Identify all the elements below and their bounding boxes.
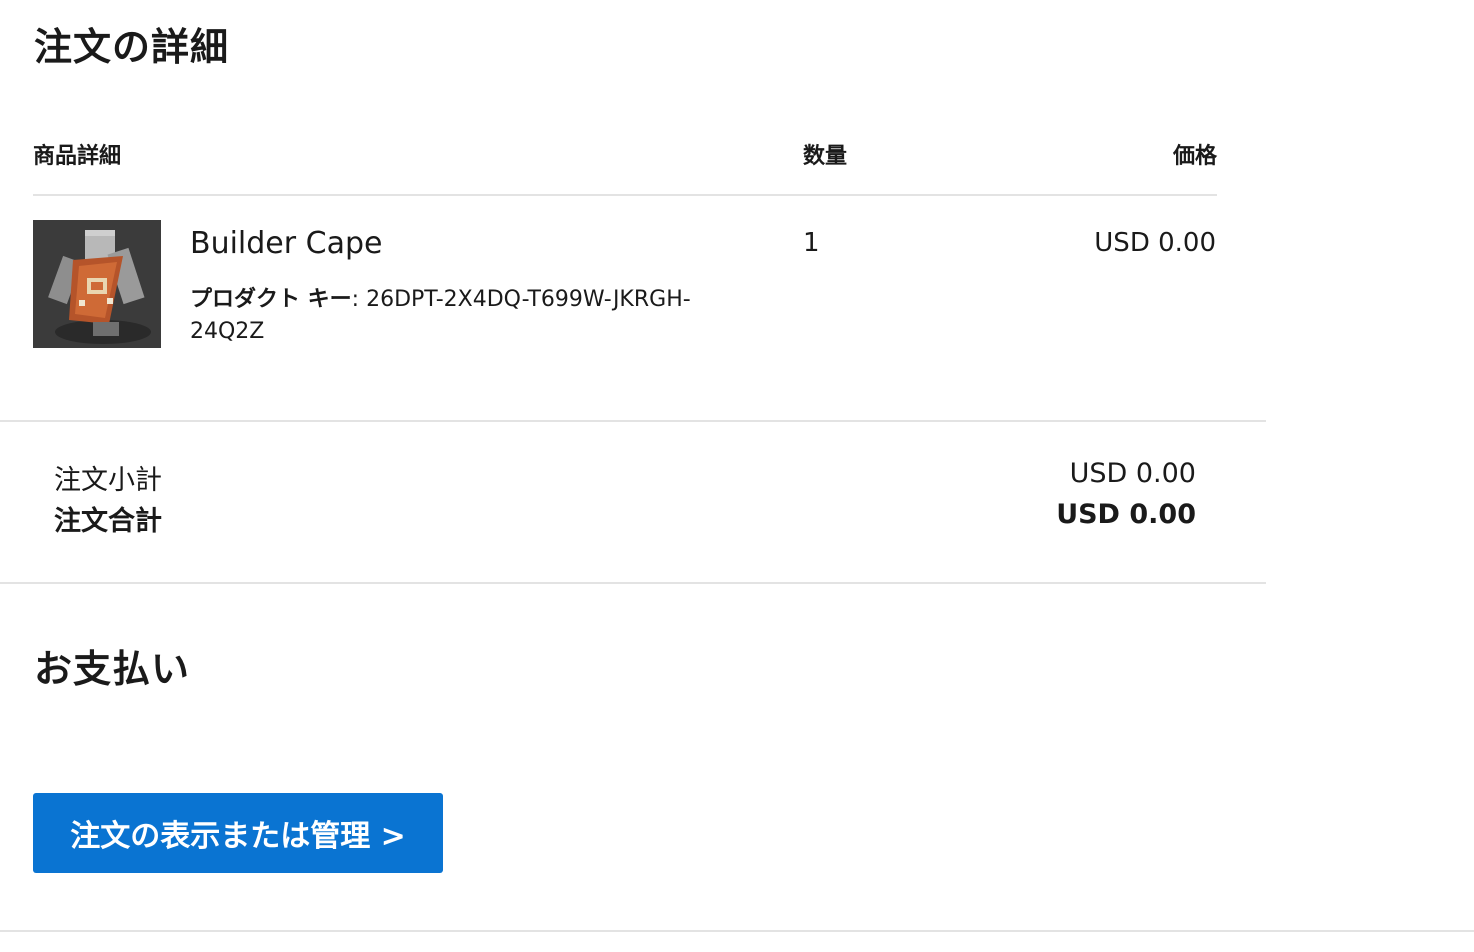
total-value: USD 0.00 [1056,499,1196,530]
view-manage-order-button[interactable]: 注文の表示または管理 > [33,793,443,873]
column-header-quantity: 数量 [803,144,848,169]
payment-heading: お支払い [34,647,191,691]
column-header-item: 商品詳細 [33,144,122,169]
footer-divider [0,930,1474,932]
item-divider [0,420,1266,422]
summary-divider [0,582,1266,584]
item-quantity: 1 [803,228,820,258]
product-key: プロダクト キー: 26DPT-2X4DQ-T699W-JKRGH-24Q2Z [190,284,730,348]
order-details-heading: 注文の詳細 [34,25,230,69]
table-header-divider [33,194,1217,196]
product-key-label: プロダクト キー [190,287,352,312]
builder-cape-image [33,220,161,348]
item-price: USD 0.00 [1094,228,1216,258]
subtotal-value: USD 0.00 [1069,458,1196,489]
subtotal-label: 注文小計 [54,465,162,496]
total-label: 注文合計 [54,506,162,537]
product-thumbnail [33,220,161,348]
item-name: Builder Cape [190,226,383,261]
column-header-price: 価格 [1172,144,1217,169]
